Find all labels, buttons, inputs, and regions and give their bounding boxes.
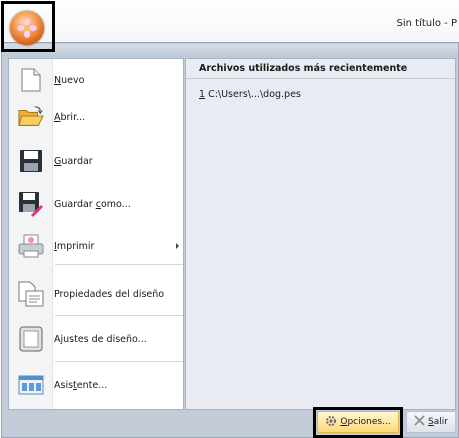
- exit-button-label: Salir: [428, 417, 448, 427]
- new-document-icon: [18, 67, 44, 93]
- menu-item-open[interactable]: Abrir...: [9, 99, 183, 135]
- title-bar: [0, 0, 459, 42]
- menu-item-label: Imprimir: [54, 240, 95, 252]
- save-as-icon: [18, 191, 44, 217]
- close-x-icon: [414, 415, 425, 429]
- menu-separator: [55, 315, 183, 316]
- design-properties-icon: [18, 281, 44, 307]
- menu-separator: [55, 264, 183, 265]
- menu-item-save-as[interactable]: Guardar como...: [9, 186, 183, 222]
- menu-item-design-settings[interactable]: Ajustes de diseño...: [9, 321, 183, 357]
- recent-files-header: Archivos utilizados más recientemente: [186, 59, 455, 79]
- menu-item-wizard[interactable]: Asistente...: [9, 367, 183, 403]
- menu-item-label: Guardar: [54, 155, 93, 167]
- flower-icon: [16, 17, 38, 39]
- exit-button[interactable]: Salir: [406, 411, 456, 433]
- menu-item-design-properties[interactable]: Propiedades del diseño: [9, 276, 183, 312]
- menu-item-save[interactable]: Guardar: [9, 143, 183, 179]
- save-disk-icon: [18, 148, 44, 174]
- open-folder-icon: [18, 104, 44, 130]
- recent-file-item[interactable]: 1 C:\Users\...\dog.pes: [199, 89, 301, 100]
- menu-item-new[interactable]: Nuevo: [9, 62, 183, 98]
- window-title: Sin título - P: [396, 18, 458, 29]
- menu-separator: [55, 361, 183, 362]
- print-icon: [18, 233, 44, 259]
- menu-item-label: Guardar como...: [54, 198, 131, 210]
- menu-header-strip: [2, 44, 458, 57]
- design-settings-icon: [18, 326, 44, 352]
- menu-item-label: Abrir...: [54, 111, 86, 123]
- recent-files-panel: [185, 58, 456, 410]
- menu-item-label: Nuevo: [54, 74, 85, 86]
- menu-item-label: Asistente...: [54, 379, 108, 391]
- menu-item-label: Propiedades del diseño: [54, 288, 165, 300]
- menu-item-print[interactable]: Imprimir: [9, 228, 183, 264]
- menu-item-label: Ajustes de diseño...: [54, 333, 147, 345]
- wizard-icon: [18, 372, 44, 398]
- options-highlight: [313, 407, 403, 438]
- submenu-arrow-icon: [176, 243, 179, 249]
